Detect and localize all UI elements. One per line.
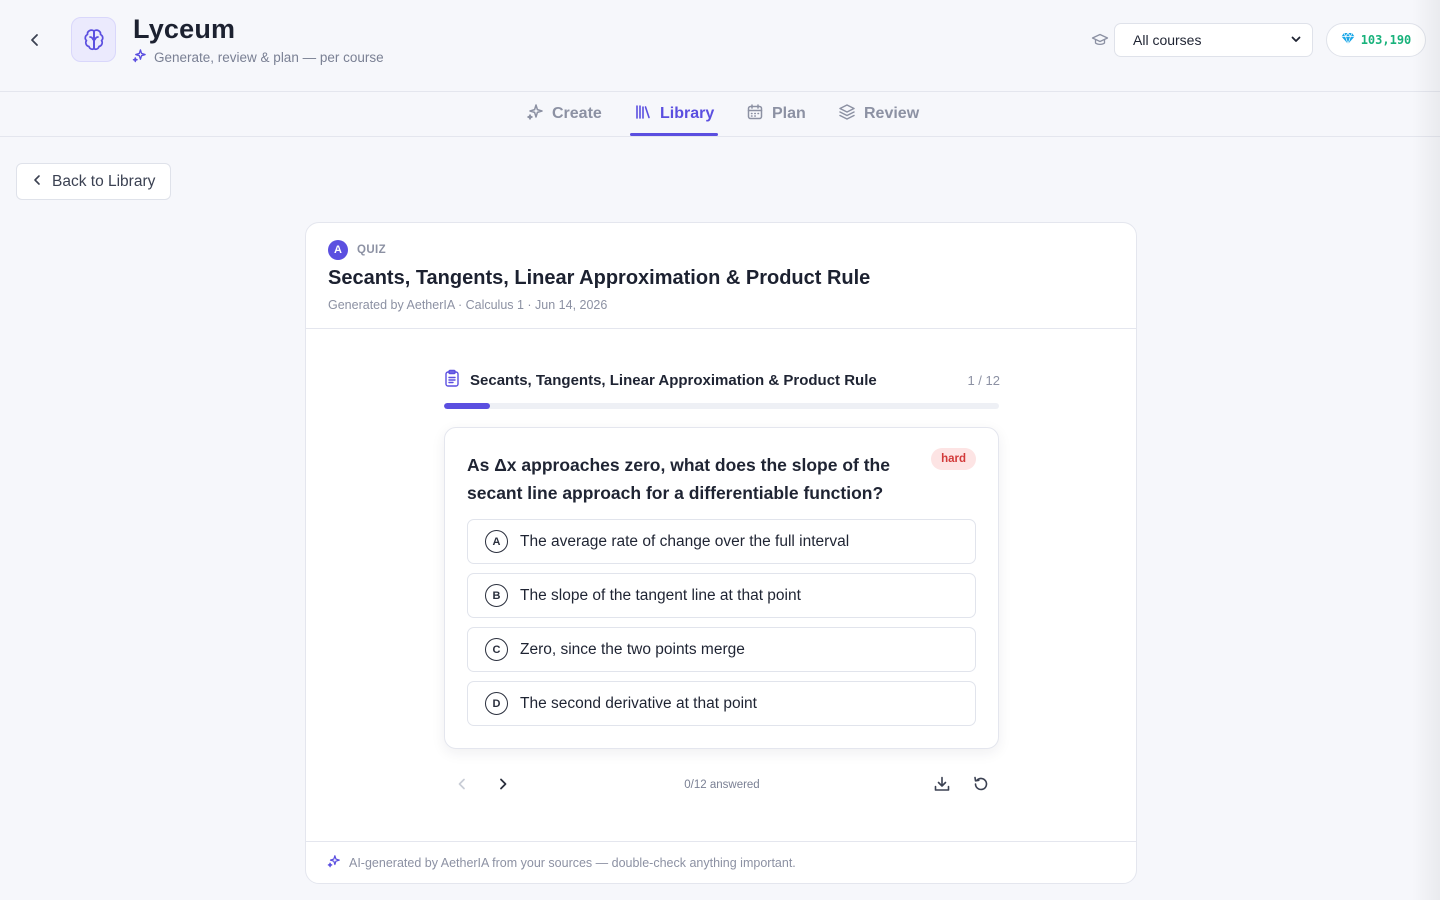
restart-icon xyxy=(972,775,990,798)
tab-create[interactable]: Create xyxy=(526,92,602,136)
answered-count: 0/12 answered xyxy=(684,779,760,791)
course-select[interactable]: All courses xyxy=(1114,23,1313,57)
chevron-left-icon xyxy=(32,173,42,191)
download-icon xyxy=(933,775,951,798)
chevron-down-icon xyxy=(1290,32,1302,48)
brain-logo-icon xyxy=(71,17,116,62)
ai-disclaimer: AI-generated by AetherIA from your sourc… xyxy=(306,841,1136,883)
back-to-library-button[interactable]: Back to Library xyxy=(16,163,171,200)
option-letter: B xyxy=(485,584,508,607)
gem-icon xyxy=(1341,32,1355,48)
item-type-row: A QUIZ xyxy=(328,240,386,260)
course-select-value: All courses xyxy=(1133,32,1202,48)
option-letter: C xyxy=(485,638,508,661)
calendar-icon xyxy=(746,103,764,126)
question-counter: 1 / 12 xyxy=(967,372,1000,388)
question-text: As Δx approaches zero, what does the slo… xyxy=(467,455,890,503)
answer-option-a[interactable]: A The average rate of change over the fu… xyxy=(467,519,976,564)
progress-bar xyxy=(444,403,999,409)
gems-count: 103,190 xyxy=(1360,33,1412,47)
back-to-library-label: Back to Library xyxy=(52,172,156,190)
option-text: The slope of the tangent line at that po… xyxy=(520,586,801,604)
tab-library[interactable]: Library xyxy=(629,92,719,136)
quiz-card-header: A QUIZ Secants, Tangents, Linear Approxi… xyxy=(306,223,1136,329)
app-title: Lyceum xyxy=(133,14,236,44)
app-header: Lyceum Generate, review & plan — per cou… xyxy=(0,0,1440,92)
item-type-avatar: A xyxy=(328,240,348,260)
back-chevron-icon[interactable] xyxy=(22,27,48,53)
quiz-card: A QUIZ Secants, Tangents, Linear Approxi… xyxy=(305,222,1137,884)
page: Lyceum Generate, review & plan — per cou… xyxy=(0,0,1440,900)
gems-balance-badge[interactable]: 103,190 xyxy=(1326,23,1426,57)
graduation-cap-icon xyxy=(1091,31,1109,49)
quiz-player-title: Secants, Tangents, Linear Approximation … xyxy=(470,371,877,389)
layers-icon xyxy=(838,103,856,126)
library-icon xyxy=(634,103,652,126)
progress-bar-fill xyxy=(444,403,491,409)
main-tabs: Create Library Plan Review xyxy=(0,92,1440,137)
option-letter: A xyxy=(485,530,508,553)
tab-review[interactable]: Review xyxy=(838,92,919,136)
app-subtitle-text: Generate, review & plan — per course xyxy=(154,49,384,65)
restart-button[interactable] xyxy=(968,773,994,799)
clipboard-icon xyxy=(444,369,460,392)
tab-library-label: Library xyxy=(660,105,715,122)
difficulty-badge: hard xyxy=(931,448,976,470)
tab-plan[interactable]: Plan xyxy=(746,92,806,136)
answer-option-b[interactable]: B The slope of the tangent line at that … xyxy=(467,573,976,618)
quiz-meta: Generated by AetherIA · Calculus 1 · Jun… xyxy=(328,298,608,312)
ai-disclaimer-text: AI-generated by AetherIA from your sourc… xyxy=(349,855,796,870)
quiz-player-header: Secants, Tangents, Linear Approximation … xyxy=(444,369,1000,391)
item-type-label: QUIZ xyxy=(357,244,387,256)
answer-option-d[interactable]: D The second derivative at that point xyxy=(467,681,976,726)
sparkles-icon xyxy=(526,103,544,126)
answer-option-c[interactable]: C Zero, since the two points merge xyxy=(467,627,976,672)
app-subtitle: Generate, review & plan — per course xyxy=(132,48,384,66)
tab-plan-label: Plan xyxy=(772,105,806,122)
option-letter: D xyxy=(485,692,508,715)
option-text: The second derivative at that point xyxy=(520,694,757,712)
sparkles-icon xyxy=(327,854,341,871)
quiz-navigation: 0/12 answered xyxy=(444,771,1000,801)
sparkles-icon xyxy=(132,48,147,66)
question-card: As Δx approaches zero, what does the slo… xyxy=(444,427,999,749)
download-button[interactable] xyxy=(929,773,955,799)
tab-create-label: Create xyxy=(552,105,602,122)
option-text: Zero, since the two points merge xyxy=(520,640,745,658)
option-text: The average rate of change over the full… xyxy=(520,532,850,550)
tab-review-label: Review xyxy=(864,105,920,122)
quiz-title: Secants, Tangents, Linear Approximation … xyxy=(328,267,871,289)
